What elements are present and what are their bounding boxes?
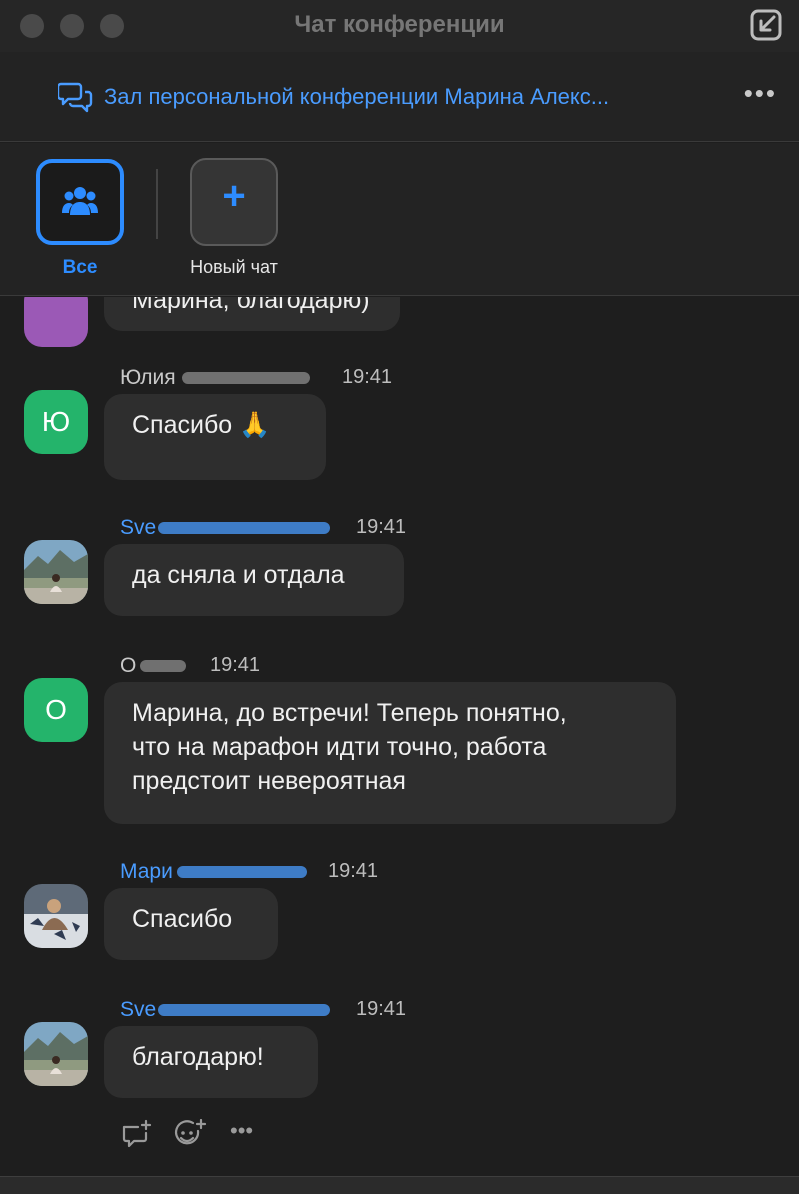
avatar [24,297,88,347]
message-time: 19:41 [328,860,379,882]
conference-name-link[interactable]: Зал персональной конференции Марина Алек… [104,84,609,110]
message-time: 19:41 [210,654,261,676]
avatar[interactable] [24,1022,88,1086]
message-sender[interactable]: О [120,654,187,678]
reply-thread-icon[interactable] [120,1119,154,1149]
pop-in-window-icon[interactable] [749,8,783,42]
filter-all-button[interactable] [36,159,124,245]
chat-filter-bar: Все + Новый чат [0,143,799,296]
filter-all-label: Все [62,257,98,278]
message-sender[interactable]: Юлия [120,366,310,390]
message-list[interactable]: Марина, благодарю) Юлия 19:41 Ю Спасибо … [0,297,799,1170]
more-icon[interactable]: ••• [230,1119,264,1149]
conference-header: Зал персональной конференции Марина Алек… [0,52,799,142]
new-chat-button[interactable]: + [190,158,278,246]
message-sender[interactable]: Sve [120,998,331,1022]
message-sender[interactable]: Мари [120,860,307,884]
photo-landscape-image [24,540,88,604]
message-bubble[interactable]: Спасибо [104,888,278,960]
message-bubble[interactable]: благодарю! [104,1026,318,1098]
divider [156,169,158,239]
photo-landscape-image [24,1022,88,1086]
more-options-button[interactable]: ••• [744,78,777,109]
message-time: 19:41 [342,366,393,388]
window-title: Чат конференции [294,11,505,38]
avatar[interactable] [24,884,88,948]
window-titlebar: Чат конференции [0,0,799,52]
avatar[interactable] [24,540,88,604]
composer-area[interactable] [0,1176,799,1194]
message-bubble[interactable]: да сняла и отдала [104,544,404,616]
new-chat-label: Новый чат [190,257,278,277]
plus-icon: + [222,174,246,218]
emoji-reaction-icon[interactable] [174,1118,208,1149]
chat-bubbles-icon [56,80,94,114]
redacted-name [158,1004,331,1017]
avatar[interactable]: Ю [24,390,88,454]
group-people-icon [62,187,98,215]
message-time: 19:41 [356,516,407,538]
message-time: 19:41 [356,998,407,1020]
redacted-name [176,866,307,879]
message-bubble[interactable]: Марина, благодарю) [104,297,400,331]
avatar[interactable]: О [24,678,88,742]
redacted-name [140,660,187,673]
message-sender[interactable]: Sve [120,516,331,540]
redacted-name [158,522,331,535]
message-bubble[interactable]: Спасибо 🙏 [104,394,326,480]
redacted-name [181,372,310,385]
photo-room-image [24,884,88,948]
message-bubble[interactable]: Марина, до встречи! Теперь понятно, что … [104,682,676,824]
